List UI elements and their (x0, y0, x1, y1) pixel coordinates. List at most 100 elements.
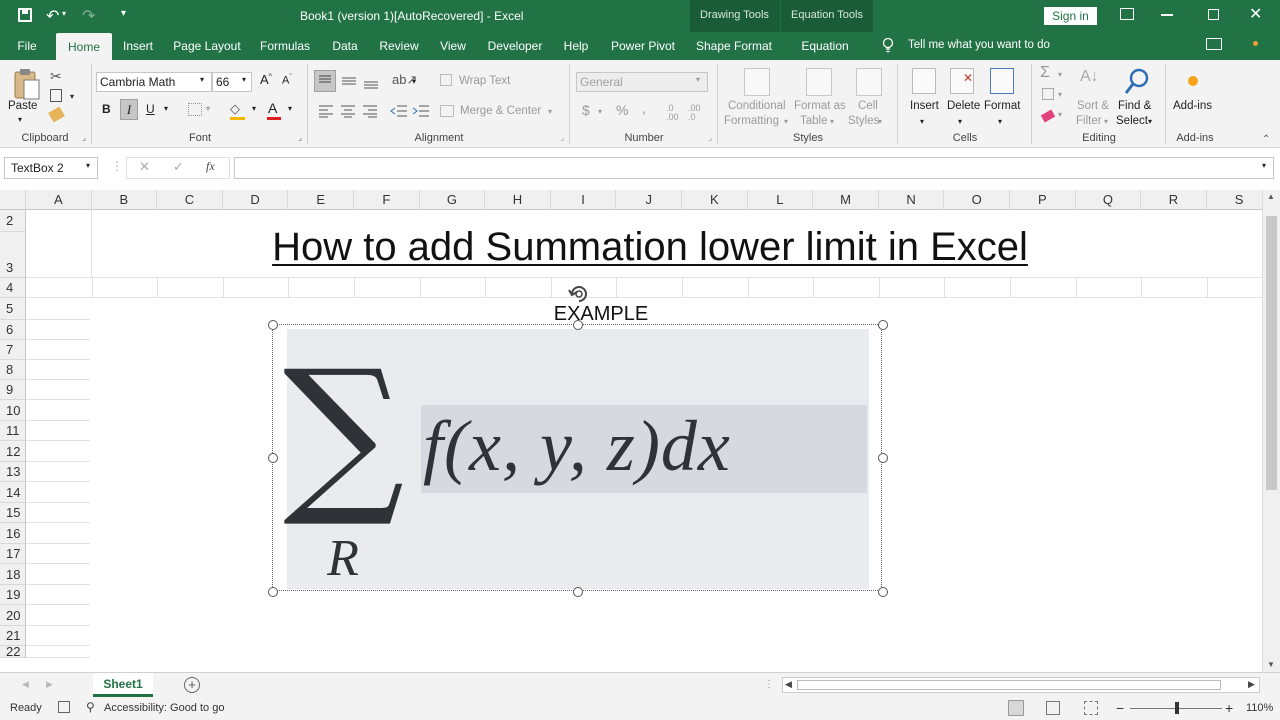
paste-dropdown-icon[interactable]: ▾ (18, 115, 22, 124)
column-header[interactable]: I (550, 190, 617, 210)
resize-handle-e[interactable] (878, 453, 888, 463)
row-header[interactable]: 16 (0, 523, 26, 544)
column-header[interactable]: B (91, 190, 158, 210)
column-header[interactable]: P (1010, 190, 1076, 210)
format-as-table-icon[interactable] (806, 68, 832, 96)
horizontal-scroll-thumb[interactable] (797, 680, 1221, 690)
row-header[interactable]: 9 (0, 380, 26, 400)
tab-formulas[interactable]: Formulas (256, 32, 314, 60)
addins-button-label[interactable]: Add-ins (1173, 100, 1212, 112)
column-header[interactable]: L (747, 190, 814, 210)
delete-cells-label[interactable]: Delete (947, 100, 980, 112)
sort-filter-dropdown-icon[interactable]: ▾ (1104, 117, 1108, 126)
tab-developer[interactable]: Developer (484, 32, 546, 60)
collapse-ribbon-icon[interactable]: ⌃ (1262, 134, 1270, 145)
column-header[interactable]: F (354, 190, 420, 210)
cut-icon[interactable]: ✂ (50, 68, 62, 85)
row-header[interactable]: 19 (0, 585, 26, 605)
insert-dropdown-icon[interactable]: ▾ (920, 117, 924, 126)
name-box-dropdown-icon[interactable]: ▾ (86, 161, 90, 170)
tab-view[interactable]: View (434, 32, 472, 60)
sort-filter-icon[interactable]: A↓ (1080, 68, 1099, 86)
row-header[interactable]: 17 (0, 544, 26, 564)
resize-handle-ne[interactable] (878, 320, 888, 330)
row-header[interactable]: 18 (0, 564, 26, 585)
cell-styles-label-2[interactable]: Styles (848, 115, 879, 127)
equation-textbox[interactable]: ∑ R f(x, y, z)dx (268, 320, 888, 597)
scroll-up-icon[interactable]: ▲ (1267, 192, 1275, 201)
conditional-formatting-label-1[interactable]: Conditional (728, 100, 786, 112)
paste-icon[interactable] (12, 68, 40, 100)
currency-button[interactable]: $ (582, 102, 590, 118)
sort-filter-label-2[interactable]: Filter (1076, 115, 1102, 127)
tab-home[interactable]: Home (56, 33, 112, 60)
name-box[interactable]: TextBox 2 (4, 157, 98, 179)
column-header[interactable]: G (419, 190, 486, 210)
underline-button[interactable]: U (146, 102, 155, 116)
column-header[interactable]: D (222, 190, 289, 210)
column-header[interactable]: H (485, 190, 551, 210)
sheet-next-icon[interactable]: ▶ (46, 679, 53, 690)
normal-view-icon[interactable] (1008, 700, 1024, 716)
column-header[interactable]: O (944, 190, 1010, 210)
fill-dropdown-icon[interactable]: ▾ (1058, 90, 1062, 99)
number-launcher-icon[interactable]: ⌟ (708, 133, 712, 142)
bold-button[interactable]: B (102, 102, 111, 116)
row-header[interactable]: 7 (0, 340, 26, 360)
insert-function-icon[interactable]: fx (206, 159, 215, 174)
increase-indent-icon[interactable] (412, 104, 430, 121)
row-header[interactable]: 21 (0, 626, 26, 646)
tab-equation[interactable]: Equation (788, 32, 862, 60)
ribbon-display-options-icon[interactable] (1120, 8, 1134, 20)
row-header[interactable]: 14 (0, 482, 26, 503)
cancel-icon[interactable]: ✕ (139, 159, 150, 175)
tab-data[interactable]: Data (326, 32, 364, 60)
add-sheet-icon[interactable]: + (184, 677, 200, 693)
horizontal-scrollbar[interactable]: ◀ ▶ (782, 677, 1260, 693)
redo-icon[interactable]: ↷ (82, 6, 95, 26)
save-icon[interactable] (18, 8, 32, 22)
row-header[interactable]: 2 (0, 210, 26, 232)
resize-handle-n[interactable] (573, 320, 583, 330)
column-header[interactable]: K (682, 190, 748, 210)
zoom-level[interactable]: 110% (1246, 702, 1273, 714)
format-as-table-label-1[interactable]: Format as (794, 100, 846, 112)
column-header[interactable]: R (1141, 190, 1207, 210)
sign-in-button[interactable]: Sign in (1044, 7, 1097, 25)
copy-dropdown-icon[interactable]: ▾ (70, 92, 74, 101)
row-header[interactable]: 20 (0, 605, 26, 626)
tab-file[interactable]: File (8, 32, 46, 60)
tab-shape-format[interactable]: Shape Format (692, 32, 776, 60)
copy-icon[interactable] (50, 89, 62, 102)
number-format-dropdown-icon[interactable]: ▾ (696, 75, 700, 84)
format-as-table-label-2[interactable]: Table (800, 115, 828, 127)
vertical-scrollbar[interactable]: ▲ ▼ (1262, 190, 1280, 672)
row-header[interactable]: 8 (0, 360, 26, 380)
column-header[interactable]: A (26, 190, 92, 210)
comments-icon[interactable] (1206, 38, 1222, 50)
addins-icon[interactable] (1188, 76, 1198, 86)
undo-dropdown-icon[interactable]: ▾ (62, 9, 66, 18)
insert-cells-icon[interactable] (912, 68, 936, 94)
increase-decimal-icon[interactable]: .0.00 (666, 104, 679, 122)
currency-dropdown-icon[interactable]: ▾ (598, 107, 602, 116)
conditional-formatting-label-2[interactable]: Formatting (724, 115, 779, 127)
conditional-formatting-dropdown-icon[interactable]: ▾ (784, 117, 788, 126)
font-launcher-icon[interactable]: ⌟ (298, 133, 302, 142)
formula-input[interactable] (234, 157, 1274, 179)
paste-label[interactable]: Paste (8, 100, 37, 112)
wrap-text-icon[interactable] (440, 74, 452, 86)
column-header[interactable]: M (813, 190, 879, 210)
sort-filter-label-1[interactable]: Sort & (1077, 100, 1109, 112)
row-header[interactable]: 12 (0, 441, 26, 462)
middle-align-icon[interactable] (340, 72, 358, 93)
borders-dropdown-icon[interactable]: ▾ (206, 104, 210, 113)
merge-dropdown-icon[interactable]: ▾ (548, 107, 552, 116)
autosum-icon[interactable]: Σ (1040, 64, 1050, 82)
worksheet-grid[interactable]: ABCDEFGHIJKLMNOPQRS 2 3 4 5 6 7 8 9 10 11 12 13 14 15… (0, 190, 1280, 672)
number-format-select[interactable]: General (576, 72, 708, 92)
sheet-tab-sheet1[interactable]: Sheet1 (93, 673, 153, 697)
column-header[interactable]: N (878, 190, 945, 210)
comma-button[interactable]: , (642, 100, 646, 116)
format-painter-icon[interactable] (48, 106, 65, 123)
